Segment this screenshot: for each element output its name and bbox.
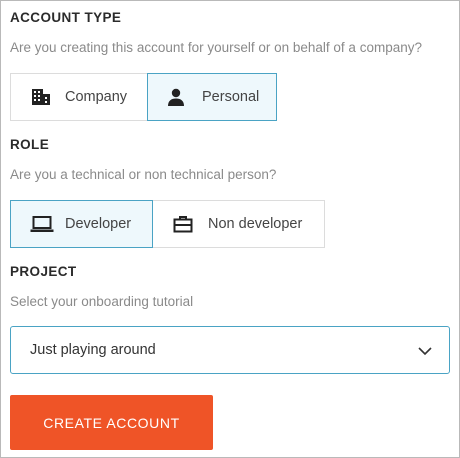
role-subtitle: Are you a technical or non technical per…	[10, 167, 277, 182]
personal-option-label: Personal	[202, 89, 260, 105]
account-type-title: ACCOUNT TYPE	[10, 10, 122, 25]
developer-option[interactable]: Developer	[10, 200, 153, 248]
person-icon	[168, 88, 184, 106]
signup-form: ACCOUNT TYPE Are you creating this accou…	[0, 0, 460, 458]
briefcase-icon	[173, 216, 193, 233]
company-option[interactable]: Company	[10, 73, 148, 121]
project-title: PROJECT	[10, 264, 77, 279]
company-option-label: Company	[65, 89, 128, 105]
laptop-icon	[30, 216, 54, 232]
personal-option[interactable]: Personal	[147, 73, 277, 121]
building-icon	[32, 89, 50, 105]
role-title: ROLE	[10, 137, 50, 152]
account-type-subtitle: Are you creating this account for yourse…	[10, 40, 422, 55]
create-account-button[interactable]: CREATE ACCOUNT	[10, 395, 213, 450]
project-subtitle: Select your onboarding tutorial	[10, 294, 194, 309]
role-selector: Developer Non developer	[10, 200, 325, 248]
chevron-down-icon	[418, 347, 432, 356]
non-developer-option[interactable]: Non developer	[152, 200, 325, 248]
developer-option-label: Developer	[65, 216, 132, 232]
onboarding-tutorial-select[interactable]: Just playing around	[10, 326, 450, 374]
non-developer-option-label: Non developer	[208, 216, 303, 232]
account-type-selector: Company Personal	[10, 73, 277, 121]
selected-tutorial: Just playing around	[30, 342, 156, 358]
